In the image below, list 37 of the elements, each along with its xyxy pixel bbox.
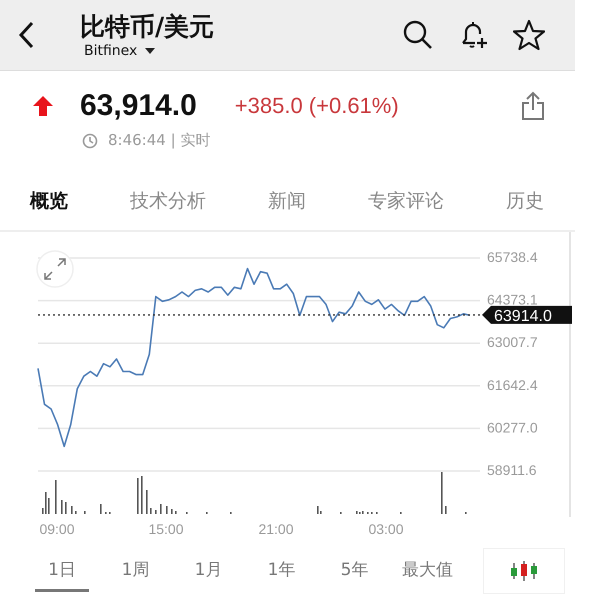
search-icon[interactable] [403,20,433,50]
price-value: 63,914.0 [80,89,197,123]
range-tab[interactable]: 1年 [245,550,318,592]
price-tag: 63914.0 [482,306,572,325]
section-tab[interactable]: 新闻 [268,188,306,214]
update-time: 8:46:44 | 实时 [108,131,210,150]
candlestick-button[interactable] [483,548,565,594]
range-tab[interactable]: 最大值 [391,550,464,592]
section-tab[interactable]: 概览 [30,188,68,214]
y-axis-label: 58911.6 [487,462,537,478]
price-change: +385.0 (+0.61%) [234,93,399,119]
y-axis-label: 63007.7 [487,334,538,350]
range-tab[interactable]: 1月 [172,550,245,592]
y-axis-label: 60277.0 [487,419,538,436]
exchange-dropdown[interactable]: Bitfinex [84,43,214,59]
expand-button[interactable] [36,250,74,288]
x-axis-label: 21:00 [258,521,294,537]
x-axis-label: 15:00 [148,521,184,537]
section-tab[interactable]: 历史 [506,188,544,214]
clock-icon [82,132,98,148]
range-tab[interactable]: 1日 [35,550,89,592]
range-tab[interactable]: 5年 [318,550,391,592]
star-icon[interactable] [513,19,545,51]
pair-title: 比特币/美元 [80,11,214,43]
section-tab[interactable]: 技术分析 [130,188,206,214]
range-tab[interactable]: 1周 [99,550,172,592]
y-axis-label: 65738.4 [487,249,538,265]
ref-line-label: 63914.0 [494,308,552,325]
x-axis-label: 03:00 [368,521,404,537]
candlestick-icon [509,561,539,581]
x-axis-label: 09:00 [39,521,75,537]
y-axis-label: 61642.4 [487,376,538,393]
share-icon[interactable] [521,91,545,121]
caret-icon [145,48,156,54]
y-axis-label: 64373.1 [487,292,538,308]
section-tab[interactable]: 专家评论 [368,188,444,214]
back-icon[interactable] [18,21,34,49]
